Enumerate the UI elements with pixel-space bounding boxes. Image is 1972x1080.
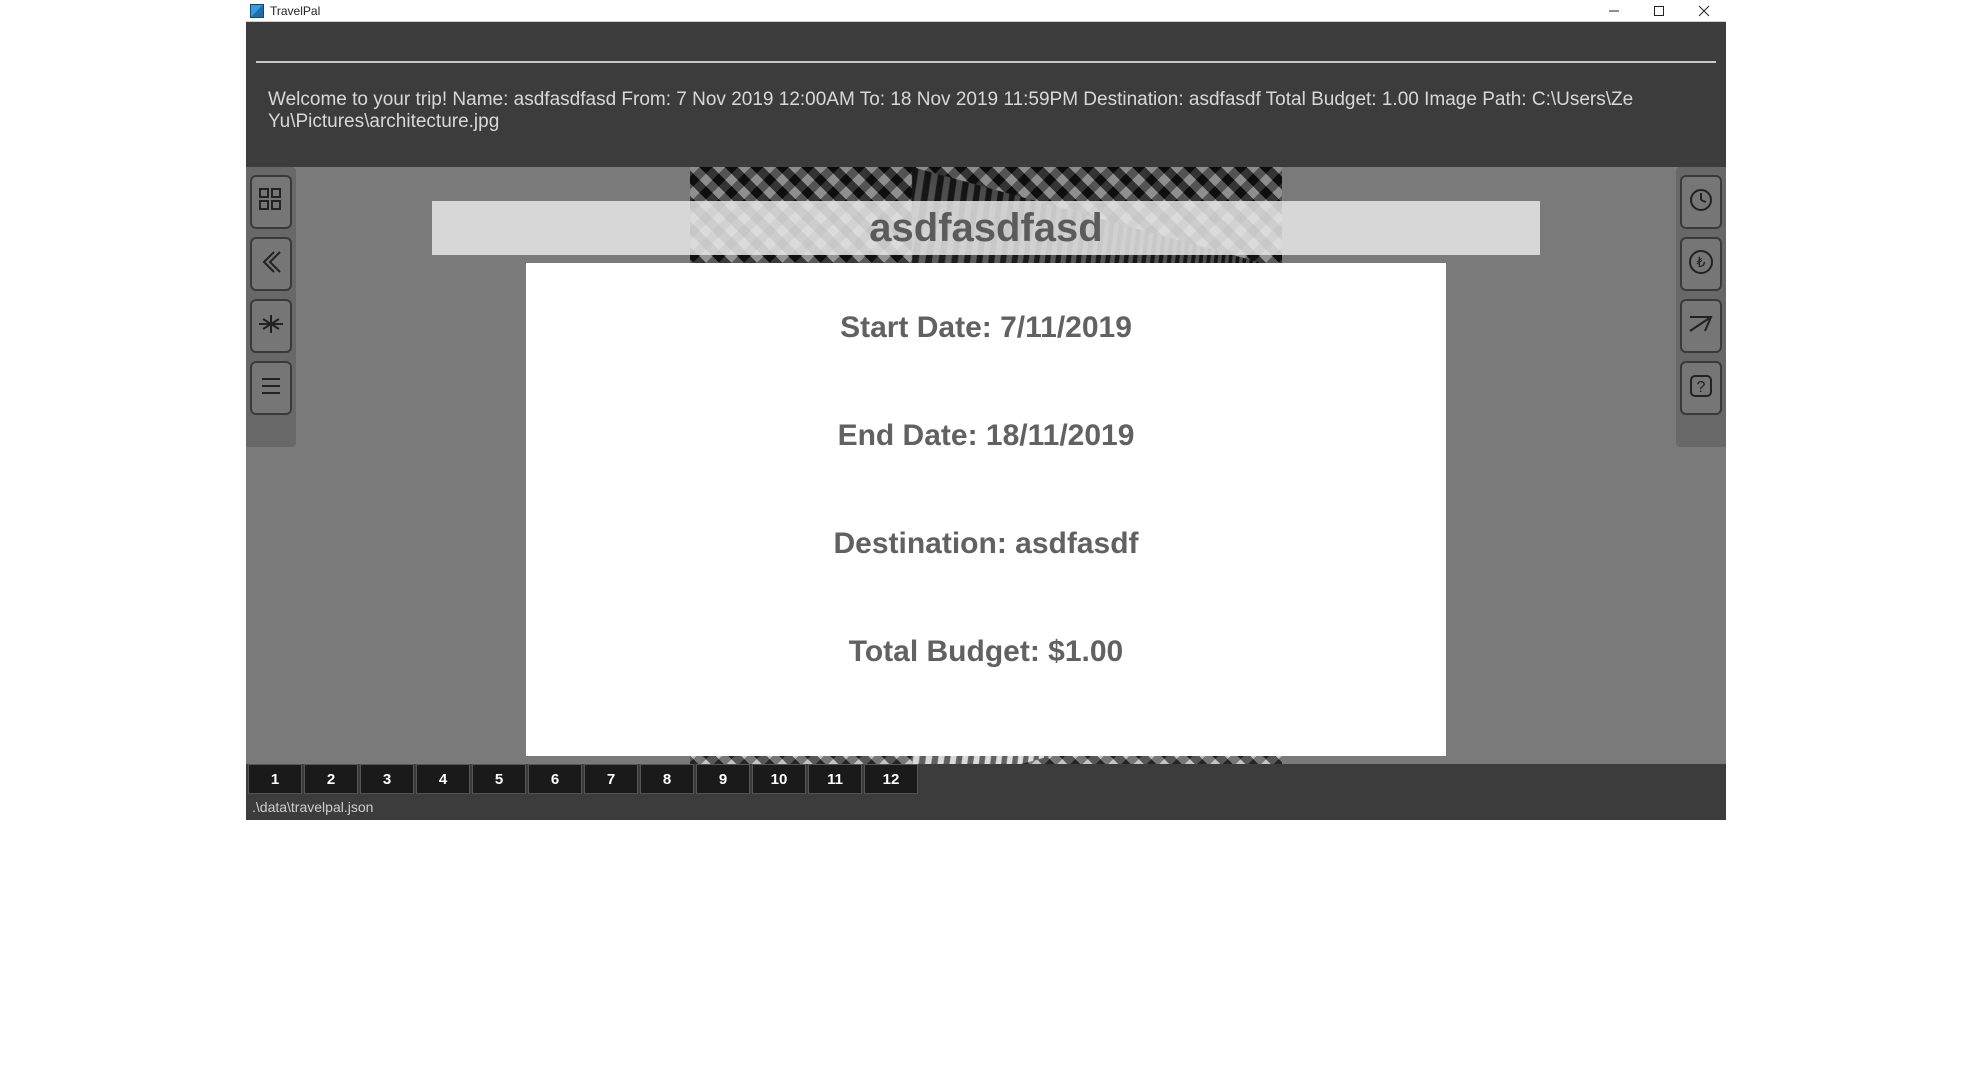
trip-details-card: Start Date: 7/11/2019 End Date: 18/11/20… (526, 263, 1446, 756)
day-tab-9[interactable]: 9 (696, 764, 750, 794)
trip-title-banner: asdfasdfasd (432, 201, 1540, 255)
svg-text:₺: ₺ (1697, 254, 1706, 270)
message-text: Welcome to your trip! Name: asdfasdfasd … (268, 89, 1633, 132)
budget-value: $1.00 (1048, 635, 1123, 668)
maximize-button[interactable] (1636, 0, 1681, 22)
main-content: ₺ ? asdfasdfasd Start Date: (246, 167, 1726, 794)
grid-icon (258, 187, 284, 218)
minimize-button[interactable] (1591, 0, 1636, 22)
end-date-row: End Date: 18/11/2019 (586, 419, 1386, 453)
day-tab-7[interactable]: 7 (584, 764, 638, 794)
start-date-value: 7/11/2019 (1000, 311, 1132, 344)
budget-row: Total Budget: $1.00 (586, 635, 1386, 669)
day-tab-10[interactable]: 10 (752, 764, 806, 794)
flights-button[interactable] (250, 299, 292, 353)
back-icon (258, 249, 284, 280)
list-icon (258, 373, 284, 404)
day-tab-6[interactable]: 6 (528, 764, 582, 794)
command-input[interactable] (256, 32, 1716, 63)
clock-icon (1688, 187, 1714, 218)
close-button[interactable] (1681, 0, 1726, 22)
travel-button[interactable] (1680, 299, 1722, 353)
day-tab-8[interactable]: 8 (640, 764, 694, 794)
message-bar: Welcome to your trip! Name: asdfasdfasd … (246, 69, 1726, 167)
budget-label: Total Budget: (849, 635, 1040, 668)
day-tab-12[interactable]: 12 (864, 764, 918, 794)
end-date-label: End Date: (838, 419, 978, 452)
command-bar (246, 22, 1726, 69)
schedule-button[interactable] (1680, 175, 1722, 229)
day-tabs-bar: 123456789101112 (246, 764, 1726, 794)
day-tab-3[interactable]: 3 (360, 764, 414, 794)
grid-button[interactable] (250, 175, 292, 229)
right-icon-rail: ₺ ? (1676, 167, 1726, 447)
currency-icon: ₺ (1688, 249, 1714, 280)
day-tab-1[interactable]: 1 (248, 764, 302, 794)
day-tab-5[interactable]: 5 (472, 764, 526, 794)
app-icon (250, 4, 264, 18)
plane2-icon (1687, 311, 1715, 342)
window-titlebar: TravelPal (246, 0, 1726, 22)
end-date-value: 18/11/2019 (986, 419, 1135, 452)
left-icon-rail (246, 167, 296, 447)
start-date-label: Start Date: (840, 311, 992, 344)
day-tab-2[interactable]: 2 (304, 764, 358, 794)
status-path: .\data\travelpal.json (252, 799, 373, 815)
day-tab-4[interactable]: 4 (416, 764, 470, 794)
window-title: TravelPal (270, 4, 320, 18)
start-date-row: Start Date: 7/11/2019 (586, 311, 1386, 345)
svg-text:?: ? (1697, 379, 1706, 396)
back-button[interactable] (250, 237, 292, 291)
destination-label: Destination: (833, 527, 1006, 560)
day-tab-11[interactable]: 11 (808, 764, 862, 794)
list-button[interactable] (250, 361, 292, 415)
destination-value: asdfasdf (1015, 527, 1138, 560)
help-button[interactable]: ? (1680, 361, 1722, 415)
destination-row: Destination: asdfasdf (586, 527, 1386, 561)
plane-icon (256, 311, 286, 342)
currency-button[interactable]: ₺ (1680, 237, 1722, 291)
trip-title: asdfasdfasd (869, 206, 1102, 251)
status-bar: .\data\travelpal.json (246, 794, 1726, 820)
help-icon: ? (1688, 373, 1714, 404)
